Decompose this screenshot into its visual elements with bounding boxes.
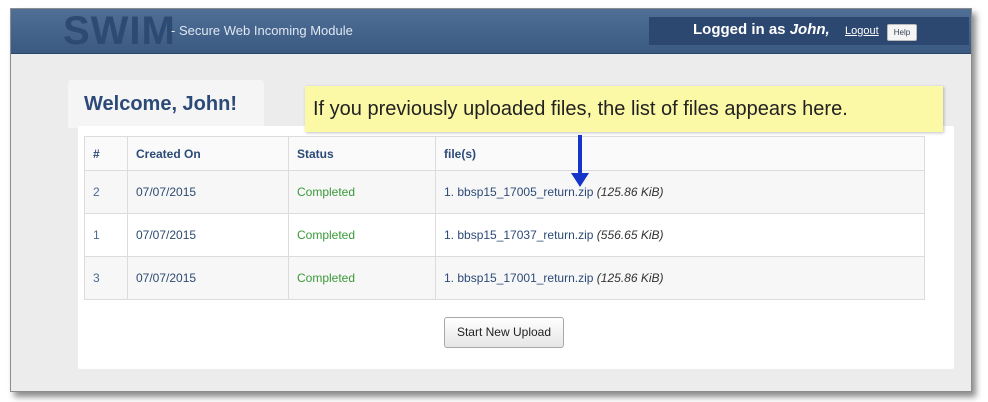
row-number: 3 xyxy=(84,256,128,300)
logged-in-prefix: Logged in as xyxy=(693,21,786,38)
row-created-on: 07/07/2015 xyxy=(127,256,289,300)
welcome-tab: Welcome, John! xyxy=(68,80,264,128)
col-header-files: file(s) xyxy=(435,136,925,171)
file-link[interactable]: 1. bbsp15_17005_return.zip xyxy=(444,185,593,199)
tooltip-text: If you previously uploaded files, the li… xyxy=(313,98,848,120)
app-subtitle: - Secure Web Incoming Module xyxy=(171,23,353,38)
start-new-upload-button[interactable]: Start New Upload xyxy=(444,317,564,348)
row-files: 1. bbsp15_17001_return.zip (125.86 KiB) xyxy=(435,256,925,300)
col-header-created-on: Created On xyxy=(127,136,289,171)
table-row: 1 07/07/2015 Completed 1. bbsp15_17037_r… xyxy=(84,213,925,257)
user-info-box: Logged in as John, Logout Help xyxy=(649,17,969,45)
file-link[interactable]: 1. bbsp15_17037_return.zip xyxy=(444,228,593,242)
user-name: John, xyxy=(789,21,830,38)
logout-link[interactable]: Logout xyxy=(845,25,879,37)
down-arrow-head-icon xyxy=(571,173,589,187)
file-link[interactable]: 1. bbsp15_17001_return.zip xyxy=(444,271,593,285)
row-created-on: 07/07/2015 xyxy=(127,213,289,257)
table-row: 3 07/07/2015 Completed 1. bbsp15_17001_r… xyxy=(84,256,925,300)
row-status: Completed xyxy=(288,256,436,300)
col-header-number: # xyxy=(84,136,128,171)
col-header-status: Status xyxy=(288,136,436,171)
help-button[interactable]: Help xyxy=(887,24,917,41)
top-header: SWIM - Secure Web Incoming Module Logged… xyxy=(11,9,971,54)
table-row: 2 07/07/2015 Completed 1. bbsp15_17005_r… xyxy=(84,170,925,214)
row-status: Completed xyxy=(288,170,436,214)
row-status: Completed xyxy=(288,213,436,257)
uploads-table: # Created On Status file(s) 2 07/07/2015… xyxy=(84,136,925,300)
file-size: (125.86 KiB) xyxy=(596,271,664,285)
table-header-row: # Created On Status file(s) xyxy=(84,136,925,171)
file-size: (125.86 KiB) xyxy=(596,185,664,199)
row-files: 1. bbsp15_17005_return.zip (125.86 KiB) xyxy=(435,170,925,214)
row-number: 2 xyxy=(84,170,128,214)
row-created-on: 07/07/2015 xyxy=(127,170,289,214)
logged-in-label: Logged in as John, xyxy=(693,21,830,38)
down-arrow-icon xyxy=(578,135,582,175)
row-files: 1. bbsp15_17037_return.zip (556.65 KiB) xyxy=(435,213,925,257)
row-number: 1 xyxy=(84,213,128,257)
app-logo: SWIM xyxy=(63,9,176,53)
file-size: (556.65 KiB) xyxy=(596,228,664,242)
tooltip-callout: If you previously uploaded files, the li… xyxy=(305,86,943,132)
welcome-heading: Welcome, John! xyxy=(84,93,237,115)
